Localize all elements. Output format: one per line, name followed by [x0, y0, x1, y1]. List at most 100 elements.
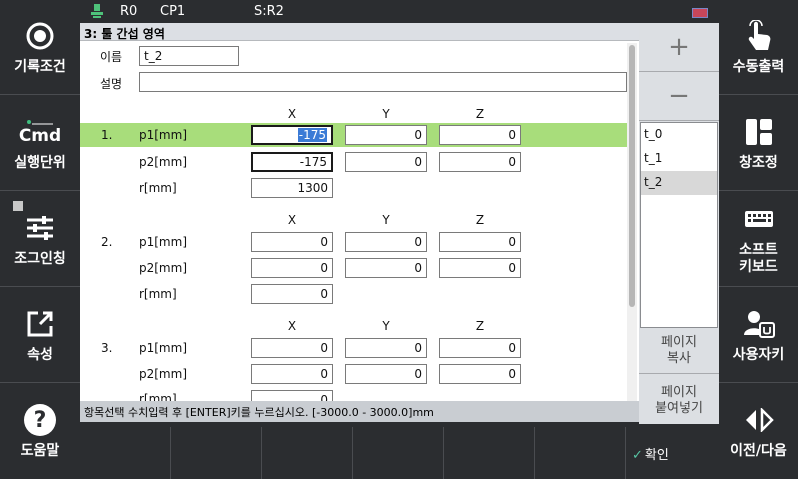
- list-item[interactable]: t_0: [641, 123, 717, 147]
- divider: [639, 373, 719, 374]
- edit-window-icon: [23, 307, 57, 341]
- p1-label: p1[mm]: [139, 341, 187, 355]
- area3-p2-x-field[interactable]: 0: [251, 364, 333, 384]
- axis-y-header: Y: [382, 319, 390, 333]
- manual-output-label: 수동출력: [732, 58, 785, 75]
- name-field[interactable]: t_2: [139, 46, 239, 66]
- axis-y-header: Y: [382, 213, 390, 227]
- connection-flag-icon: [692, 8, 708, 18]
- area3-p2-y-field[interactable]: 0: [345, 364, 427, 384]
- area-index: 2.: [101, 235, 113, 249]
- description-field[interactable]: [139, 72, 627, 92]
- prev-next-icon: [742, 403, 776, 437]
- area1-p1-x-field[interactable]: -175: [251, 125, 333, 145]
- help-icon: ?: [23, 403, 57, 437]
- soft-keyboard-label: 소프트 키보드: [739, 242, 778, 275]
- check-icon: ✓: [632, 448, 643, 463]
- copy-page-button[interactable]: 페이지 복사: [639, 335, 719, 367]
- keyboard-icon: [742, 202, 776, 236]
- record-condition-button[interactable]: 기록조건: [0, 0, 80, 95]
- sliders-icon: [23, 211, 57, 245]
- p2-label: p2[mm]: [139, 261, 187, 275]
- area3-r-field[interactable]: 0: [251, 390, 333, 401]
- area2-p2-x-field[interactable]: 0: [251, 258, 333, 278]
- description-label: 설명: [100, 77, 123, 91]
- axis-z-header: Z: [475, 319, 485, 333]
- state-indicator: S:R2: [254, 4, 284, 19]
- window-layout-icon: [742, 115, 776, 149]
- user-key-icon: [742, 307, 776, 341]
- list-item[interactable]: t_1: [641, 147, 717, 171]
- robot-number: R0: [120, 4, 138, 19]
- record-circle-icon: [23, 19, 57, 53]
- axis-x-header: X: [287, 107, 297, 121]
- help-label: 도움말: [20, 443, 60, 459]
- area1-p2-z-field[interactable]: 0: [439, 152, 521, 172]
- area2-p1-y-field[interactable]: 0: [345, 232, 427, 252]
- window-adjust-label: 창조정: [739, 154, 778, 171]
- p1-label: p1[mm]: [139, 128, 187, 142]
- scrollbar-thumb[interactable]: [629, 45, 635, 307]
- area2-r-field[interactable]: 0: [251, 284, 333, 304]
- properties-button[interactable]: 속성: [0, 288, 80, 383]
- indicator-square: [13, 201, 23, 211]
- r-label: r[mm]: [139, 392, 177, 401]
- user-key-button[interactable]: 사용자키: [719, 288, 798, 383]
- function-key-bar: [80, 424, 719, 479]
- prev-next-button[interactable]: 이전/다음: [719, 384, 798, 479]
- area3-p1-y-field[interactable]: 0: [345, 338, 427, 358]
- p2-label: p2[mm]: [139, 367, 187, 381]
- user-key-label: 사용자키: [732, 346, 785, 363]
- paste-page-button[interactable]: 페이지 붙여넣기: [639, 385, 719, 417]
- program-name: CP1: [160, 4, 186, 19]
- manual-output-button[interactable]: 수동출력: [719, 0, 798, 95]
- confirm-button[interactable]: ✓ 확인: [632, 444, 669, 463]
- area3-p1-x-field[interactable]: 0: [251, 338, 333, 358]
- left-menu: 기록조건 Cmd 실행단위 조그인칭 속성 ? 도움말: [0, 0, 80, 479]
- area1-p1-z-field[interactable]: 0: [439, 125, 521, 145]
- area1-p1-y-field[interactable]: 0: [345, 125, 427, 145]
- right-menu: 수동출력 창조정 소프트 키보드 사용자키 이전/다음: [719, 0, 798, 479]
- area1-p2-y-field[interactable]: 0: [345, 152, 427, 172]
- item-list-panel: + − t_0 t_1 t_2 페이지 복사 페이지 붙여넣기: [639, 23, 719, 424]
- area-index: 1.: [101, 128, 113, 142]
- message-line: 항목선택 수치입력 후 [ENTER]키를 누르십시오. [-3000.0 - …: [80, 401, 639, 422]
- list-item-selected[interactable]: t_2: [641, 171, 717, 195]
- axis-y-header: Y: [382, 107, 390, 121]
- function-key-1[interactable]: [80, 427, 169, 479]
- r-label: r[mm]: [139, 181, 177, 195]
- add-item-button[interactable]: +: [639, 23, 719, 72]
- hand-pointer-icon: [742, 19, 776, 53]
- area1-p2-x-field[interactable]: -175: [251, 152, 333, 172]
- p1-label: p1[mm]: [139, 235, 187, 249]
- area3-p2-z-field[interactable]: 0: [439, 364, 521, 384]
- robot-status-icon: [91, 4, 103, 18]
- function-key-4[interactable]: [352, 427, 441, 479]
- function-key-3[interactable]: [261, 427, 350, 479]
- function-key-2[interactable]: [170, 427, 259, 479]
- help-button[interactable]: ? 도움말: [0, 384, 80, 479]
- area-index: 3.: [101, 341, 113, 355]
- area3-p1-z-field[interactable]: 0: [439, 338, 521, 358]
- axis-x-header: X: [287, 319, 297, 333]
- jog-inching-button[interactable]: 조그인칭: [0, 192, 80, 287]
- function-key-5[interactable]: [443, 427, 532, 479]
- item-list: t_0 t_1 t_2: [640, 122, 718, 328]
- vertical-scrollbar[interactable]: [627, 43, 637, 401]
- soft-keyboard-button[interactable]: 소프트 키보드: [719, 192, 798, 287]
- jog-inching-label: 조그인칭: [14, 250, 66, 267]
- function-key-6[interactable]: [534, 427, 623, 479]
- remove-item-button[interactable]: −: [639, 72, 719, 121]
- area2-p1-x-field[interactable]: 0: [251, 232, 333, 252]
- area2-p1-z-field[interactable]: 0: [439, 232, 521, 252]
- execution-unit-label: 실행단위: [14, 154, 66, 171]
- area2-p2-z-field[interactable]: 0: [439, 258, 521, 278]
- axis-z-header: Z: [475, 213, 485, 227]
- window-adjust-button[interactable]: 창조정: [719, 96, 798, 191]
- name-label: 이름: [100, 50, 123, 64]
- area1-r-field[interactable]: 1300: [251, 178, 333, 198]
- cmd-icon: Cmd: [19, 115, 61, 149]
- status-bar: R0 CP1 S:R2: [80, 0, 719, 23]
- execution-unit-button[interactable]: Cmd 실행단위: [0, 96, 80, 191]
- area2-p2-y-field[interactable]: 0: [345, 258, 427, 278]
